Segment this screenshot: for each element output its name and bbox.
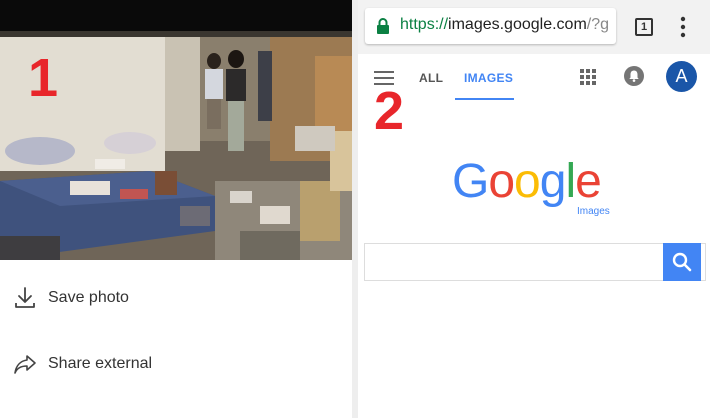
download-icon (15, 287, 35, 308)
url-host: images.google.com (448, 16, 587, 33)
search-input[interactable] (364, 243, 706, 281)
url-path: /?g (586, 16, 610, 33)
url-scheme: https:// (400, 16, 449, 33)
logo-subtitle: Images (577, 206, 610, 217)
logo-letter-g: G (452, 155, 489, 208)
notifications-bell-icon[interactable] (624, 66, 644, 86)
browser-panel: https://images.google.com/?g 1 ALL IMAGE… (358, 0, 710, 418)
step-number-2: 2 (374, 81, 405, 141)
account-avatar[interactable]: A (666, 61, 697, 92)
share-icon (14, 355, 36, 374)
photo-viewer-panel: 1 Save photo Share external (0, 0, 352, 418)
overflow-menu-icon[interactable] (680, 16, 686, 38)
apps-grid-icon[interactable] (580, 69, 596, 85)
active-tab-indicator (455, 98, 514, 100)
search-icon (672, 252, 692, 272)
step-number-1: 1 (28, 48, 59, 108)
tab-images[interactable]: IMAGES (464, 71, 513, 85)
google-nav-bar: ALL IMAGES (358, 54, 710, 102)
google-images-logo: Google Images (452, 155, 610, 218)
lock-icon (377, 18, 389, 34)
logo-letter-o1: o (488, 155, 515, 208)
status-bar (0, 0, 352, 31)
share-external-button[interactable]: Share external (0, 334, 352, 394)
logo-letter-e: e (575, 155, 602, 208)
tab-switcher-button[interactable]: 1 (635, 18, 653, 36)
room-photo[interactable]: 1 (0, 31, 352, 260)
google-logo-word: Google (452, 155, 602, 208)
logo-letter-g2: g (539, 155, 567, 208)
browser-toolbar: https://images.google.com/?g 1 (358, 0, 710, 54)
share-external-label: Share external (48, 355, 153, 372)
save-photo-button[interactable]: Save photo (0, 268, 352, 328)
tab-all[interactable]: ALL (419, 71, 443, 85)
logo-letter-l: l (565, 155, 576, 208)
save-photo-label: Save photo (48, 289, 129, 306)
logo-letter-o2: o (514, 155, 541, 208)
url-text: https://images.google.com/?g (400, 16, 609, 34)
search-button[interactable] (663, 243, 701, 281)
address-bar[interactable]: https://images.google.com/?g (365, 8, 616, 44)
